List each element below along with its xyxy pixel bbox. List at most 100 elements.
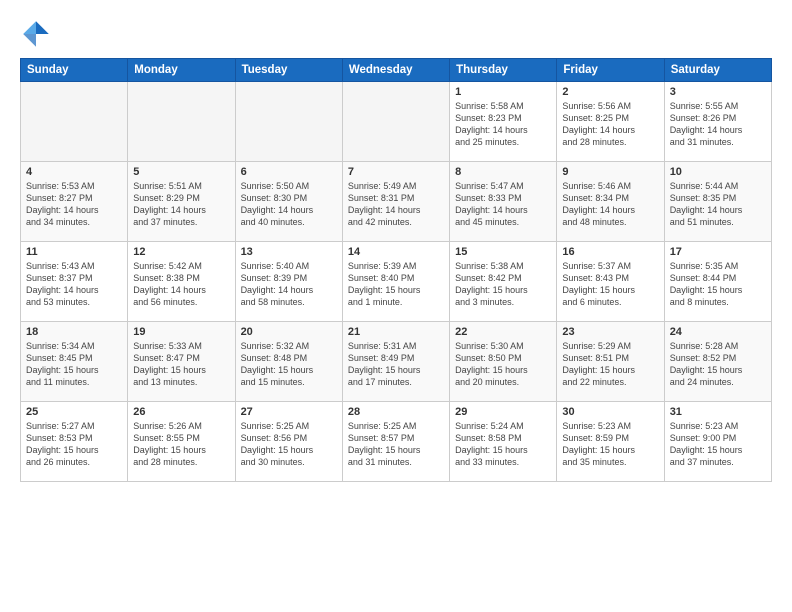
day-cell: 8 Sunrise: 5:47 AMSunset: 8:33 PMDaylight… [450,162,557,242]
day-number: 20 [241,326,337,338]
logo [20,18,56,50]
day-info: Sunrise: 5:39 AMSunset: 8:40 PMDaylight:… [348,260,444,309]
day-info: Sunrise: 5:40 AMSunset: 8:39 PMDaylight:… [241,260,337,309]
day-info: Sunrise: 5:35 AMSunset: 8:44 PMDaylight:… [670,260,766,309]
day-info: Sunrise: 5:27 AMSunset: 8:53 PMDaylight:… [26,420,122,469]
day-info: Sunrise: 5:43 AMSunset: 8:37 PMDaylight:… [26,260,122,309]
weekday-monday: Monday [128,59,235,82]
day-info: Sunrise: 5:34 AMSunset: 8:45 PMDaylight:… [26,340,122,389]
day-cell: 22Sunrise: 5:30 AMSunset: 8:50 PMDayligh… [450,322,557,402]
day-number: 5 [133,166,229,178]
day-number: 28 [348,406,444,418]
day-info: Sunrise: 5:23 AMSunset: 9:00 PMDaylight:… [670,420,766,469]
day-cell: 30Sunrise: 5:23 AMSunset: 8:59 PMDayligh… [557,402,664,482]
day-number: 26 [133,406,229,418]
weekday-thursday: Thursday [450,59,557,82]
day-number: 3 [670,86,766,98]
day-cell: 16 Sunrise: 5:37 AMSunset: 8:43 PMDayligh… [557,242,664,322]
day-info: Sunrise: 5:58 AMSunset: 8:23 PMDaylight:… [455,100,551,149]
day-info: Sunrise: 5:31 AMSunset: 8:49 PMDaylight:… [348,340,444,389]
day-cell [128,82,235,162]
day-number: 29 [455,406,551,418]
logo-icon [20,18,52,50]
week-row-2: 4Sunrise: 5:53 AMSunset: 8:27 PMDaylight… [21,162,772,242]
day-number: 18 [26,326,122,338]
day-cell [21,82,128,162]
day-cell: 27Sunrise: 5:25 AMSunset: 8:56 PMDayligh… [235,402,342,482]
day-number: 2 [562,86,658,98]
day-number: 17 [670,246,766,258]
day-number: 21 [348,326,444,338]
day-info: Sunrise: 5:24 AMSunset: 8:58 PMDaylight:… [455,420,551,469]
day-info: Sunrise: 5:56 AMSunset: 8:25 PMDaylight:… [562,100,658,149]
day-cell: 24Sunrise: 5:28 AMSunset: 8:52 PMDayligh… [664,322,771,402]
day-info: Sunrise: 5:25 AMSunset: 8:57 PMDaylight:… [348,420,444,469]
day-cell: 10 Sunrise: 5:44 AMSunset: 8:35 PMDayligh… [664,162,771,242]
day-info: Sunrise: 5:55 AMSunset: 8:26 PMDaylight:… [670,100,766,149]
day-cell: 18 Sunrise: 5:34 AMSunset: 8:45 PMDayligh… [21,322,128,402]
day-info: Sunrise: 5:33 AMSunset: 8:47 PMDaylight:… [133,340,229,389]
day-cell: 15Sunrise: 5:38 AMSunset: 8:42 PMDayligh… [450,242,557,322]
day-cell [342,82,449,162]
day-cell: 9Sunrise: 5:46 AMSunset: 8:34 PMDaylight… [557,162,664,242]
day-number: 4 [26,166,122,178]
day-cell: 4Sunrise: 5:53 AMSunset: 8:27 PMDaylight… [21,162,128,242]
day-number: 6 [241,166,337,178]
weekday-wednesday: Wednesday [342,59,449,82]
day-info: Sunrise: 5:38 AMSunset: 8:42 PMDaylight:… [455,260,551,309]
day-info: Sunrise: 5:49 AMSunset: 8:31 PMDaylight:… [348,180,444,229]
day-number: 13 [241,246,337,258]
day-info: Sunrise: 5:42 AMSunset: 8:38 PMDaylight:… [133,260,229,309]
day-cell: 21 Sunrise: 5:31 AMSunset: 8:49 PMDayligh… [342,322,449,402]
weekday-sunday: Sunday [21,59,128,82]
day-cell: 19 Sunrise: 5:33 AMSunset: 8:47 PMDayligh… [128,322,235,402]
day-info: Sunrise: 5:23 AMSunset: 8:59 PMDaylight:… [562,420,658,469]
page: SundayMondayTuesdayWednesdayThursdayFrid… [0,0,792,612]
day-info: Sunrise: 5:47 AMSunset: 8:33 PMDaylight:… [455,180,551,229]
day-number: 31 [670,406,766,418]
day-cell: 2 Sunrise: 5:56 AMSunset: 8:25 PMDaylight… [557,82,664,162]
day-info: Sunrise: 5:26 AMSunset: 8:55 PMDaylight:… [133,420,229,469]
header [20,18,772,50]
day-number: 25 [26,406,122,418]
day-info: Sunrise: 5:44 AMSunset: 8:35 PMDaylight:… [670,180,766,229]
day-number: 7 [348,166,444,178]
calendar: SundayMondayTuesdayWednesdayThursdayFrid… [20,58,772,482]
day-number: 8 [455,166,551,178]
day-number: 24 [670,326,766,338]
day-cell: 17 Sunrise: 5:35 AMSunset: 8:44 PMDayligh… [664,242,771,322]
week-row-5: 25 Sunrise: 5:27 AMSunset: 8:53 PMDayligh… [21,402,772,482]
weekday-header-row: SundayMondayTuesdayWednesdayThursdayFrid… [21,59,772,82]
weekday-tuesday: Tuesday [235,59,342,82]
day-number: 1 [455,86,551,98]
day-cell [235,82,342,162]
day-number: 22 [455,326,551,338]
day-number: 14 [348,246,444,258]
day-cell: 1 Sunrise: 5:58 AMSunset: 8:23 PMDaylight… [450,82,557,162]
day-info: Sunrise: 5:32 AMSunset: 8:48 PMDaylight:… [241,340,337,389]
day-cell: 29 Sunrise: 5:24 AMSunset: 8:58 PMDayligh… [450,402,557,482]
day-info: Sunrise: 5:29 AMSunset: 8:51 PMDaylight:… [562,340,658,389]
day-cell: 13 Sunrise: 5:40 AMSunset: 8:39 PMDayligh… [235,242,342,322]
day-cell: 14 Sunrise: 5:39 AMSunset: 8:40 PMDayligh… [342,242,449,322]
day-number: 16 [562,246,658,258]
day-info: Sunrise: 5:51 AMSunset: 8:29 PMDaylight:… [133,180,229,229]
week-row-4: 18 Sunrise: 5:34 AMSunset: 8:45 PMDayligh… [21,322,772,402]
week-row-3: 11Sunrise: 5:43 AMSunset: 8:37 PMDayligh… [21,242,772,322]
week-row-1: 1 Sunrise: 5:58 AMSunset: 8:23 PMDaylight… [21,82,772,162]
weekday-saturday: Saturday [664,59,771,82]
day-cell: 20 Sunrise: 5:32 AMSunset: 8:48 PMDayligh… [235,322,342,402]
day-cell: 5 Sunrise: 5:51 AMSunset: 8:29 PMDaylight… [128,162,235,242]
day-number: 10 [670,166,766,178]
day-number: 9 [562,166,658,178]
day-cell: 12 Sunrise: 5:42 AMSunset: 8:38 PMDayligh… [128,242,235,322]
day-cell: 6Sunrise: 5:50 AMSunset: 8:30 PMDaylight… [235,162,342,242]
day-cell: 3 Sunrise: 5:55 AMSunset: 8:26 PMDaylight… [664,82,771,162]
day-number: 19 [133,326,229,338]
day-cell: 7 Sunrise: 5:49 AMSunset: 8:31 PMDaylight… [342,162,449,242]
day-number: 27 [241,406,337,418]
day-number: 12 [133,246,229,258]
day-info: Sunrise: 5:37 AMSunset: 8:43 PMDaylight:… [562,260,658,309]
day-number: 23 [562,326,658,338]
weekday-friday: Friday [557,59,664,82]
